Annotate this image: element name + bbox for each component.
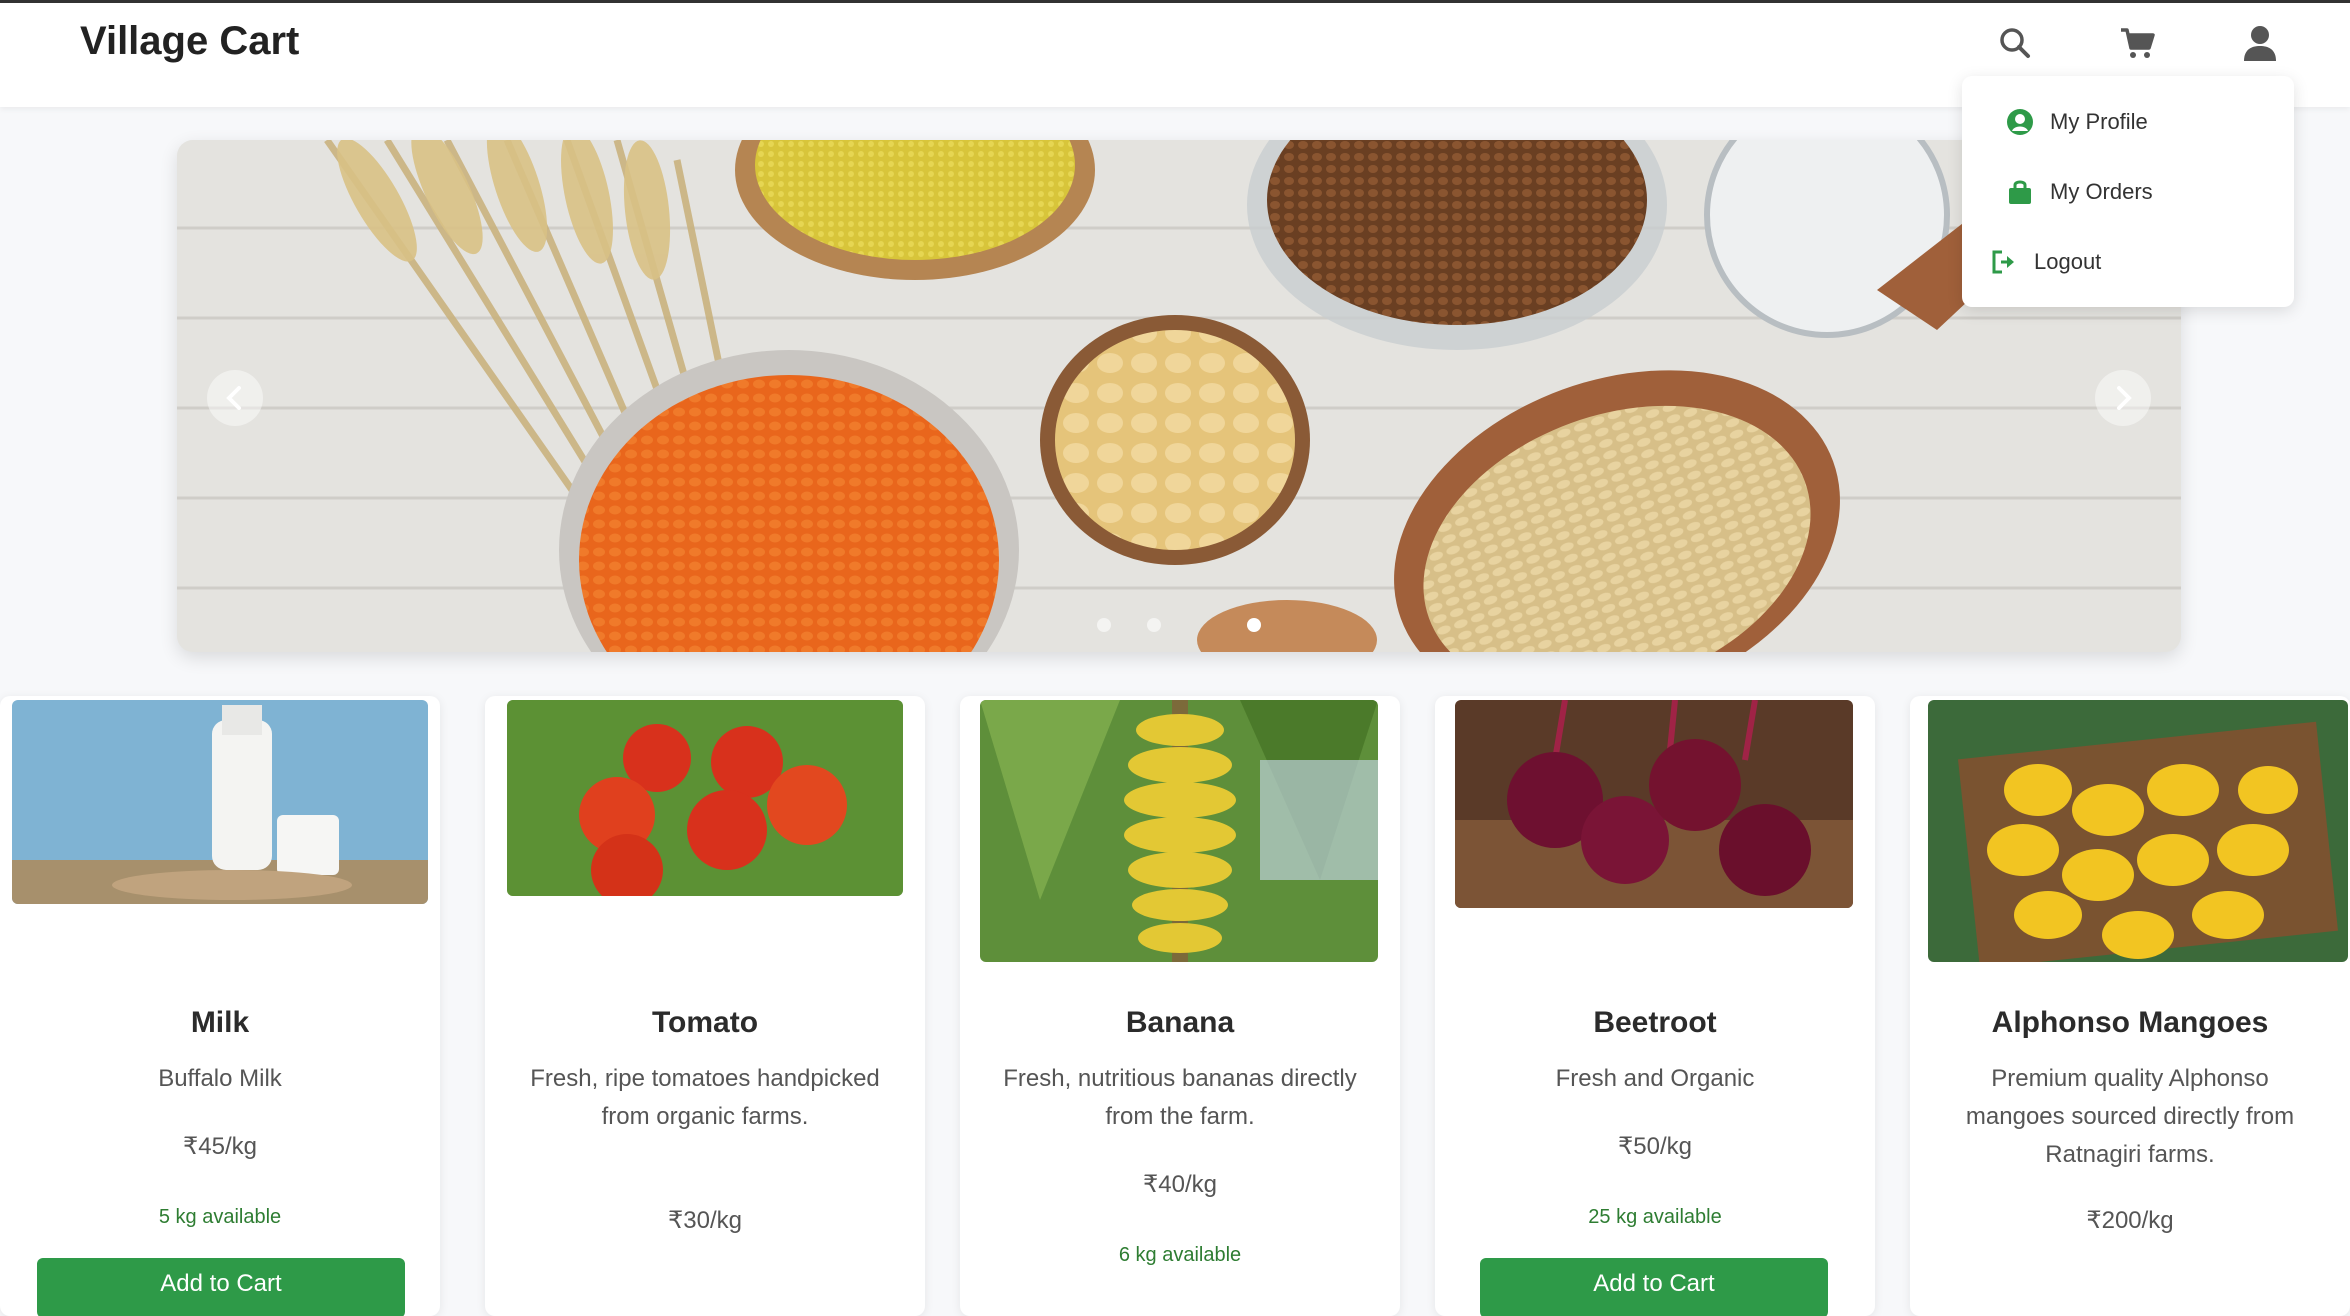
brand-logo[interactable]: Village Cart — [80, 19, 299, 64]
product-card-tomato: Tomato Fresh, ripe tomatoes handpicked f… — [485, 696, 925, 1316]
product-title: Banana — [1125, 1006, 1235, 1039]
user-icon[interactable] — [2240, 23, 2280, 63]
product-price: ₹50/kg — [1618, 1133, 1692, 1160]
carousel-indicator[interactable] — [1097, 618, 1111, 632]
logout-icon — [1988, 246, 2020, 278]
product-availability: 5 kg available — [158, 1206, 282, 1228]
user-circle-icon — [2004, 106, 2036, 138]
shopping-bag-icon — [2004, 176, 2036, 208]
product-image-beetroot — [1455, 700, 1853, 908]
hero-carousel — [177, 140, 2181, 652]
menu-item-my-orders[interactable]: My Orders — [1962, 162, 2336, 222]
product-description: Premium quality Alphonso mangoes sourced… — [1965, 1065, 2295, 1168]
product-price: ₹30/kg — [668, 1207, 742, 1234]
product-price: ₹45/kg — [183, 1133, 257, 1160]
product-image-alphonso-mangoes — [1928, 700, 2348, 962]
carousel-prev-button[interactable] — [207, 370, 263, 426]
product-title: Beetroot — [1593, 1006, 1717, 1039]
menu-item-logout[interactable]: Logout — [1962, 232, 2320, 292]
user-dropdown-items: My Profile My Orders Logout — [1962, 76, 2294, 307]
product-description: Fresh, nutritious bananas directly from … — [1003, 1065, 1357, 1130]
menu-item-my-profile[interactable]: My Profile — [1962, 92, 2336, 152]
search-icon[interactable] — [1995, 23, 2035, 63]
product-availability: 6 kg available — [1118, 1244, 1242, 1266]
product-description: Buffalo Milk — [158, 1065, 282, 1092]
product-availability: 25 kg available — [1588, 1206, 1722, 1228]
carousel-next-button[interactable] — [2095, 370, 2151, 426]
product-card-banana: Banana Fresh, nutritious bananas directl… — [960, 696, 1400, 1316]
product-price: ₹200/kg — [2086, 1207, 2174, 1234]
product-card-alphonso-mangoes: Alphonso Mangoes Premium quality Alphons… — [1910, 696, 2350, 1316]
product-image-milk — [12, 700, 428, 904]
cart-icon[interactable] — [2118, 23, 2158, 63]
product-image-tomato — [507, 700, 903, 896]
add-to-cart-button[interactable]: Add to Cart — [37, 1258, 405, 1316]
product-price: ₹40/kg — [1143, 1171, 1217, 1198]
carousel-indicator[interactable] — [1147, 618, 1161, 632]
product-title: Tomato — [651, 1006, 759, 1039]
product-card-beetroot: Beetroot Fresh and Organic ₹50/kg 25 kg … — [1435, 696, 1875, 1316]
product-card-milk: Milk Buffalo Milk ₹45/kg 5 kg available … — [0, 696, 440, 1316]
carousel-indicator-active[interactable] — [1247, 618, 1261, 632]
add-to-cart-button[interactable]: Add to Cart — [1480, 1258, 1828, 1316]
product-description: Fresh, ripe tomatoes handpicked from org… — [530, 1065, 880, 1130]
product-description: Fresh and Organic — [1555, 1065, 1755, 1092]
menu-item-label: My Orders — [2050, 179, 2153, 204]
product-title: Milk — [190, 1006, 250, 1039]
menu-item-label: Logout — [2034, 249, 2102, 274]
product-title: Alphonso Mangoes — [1991, 1006, 2269, 1039]
product-image-banana — [980, 700, 1378, 962]
carousel-slide-image — [177, 140, 2181, 652]
menu-item-label: My Profile — [2050, 109, 2148, 134]
